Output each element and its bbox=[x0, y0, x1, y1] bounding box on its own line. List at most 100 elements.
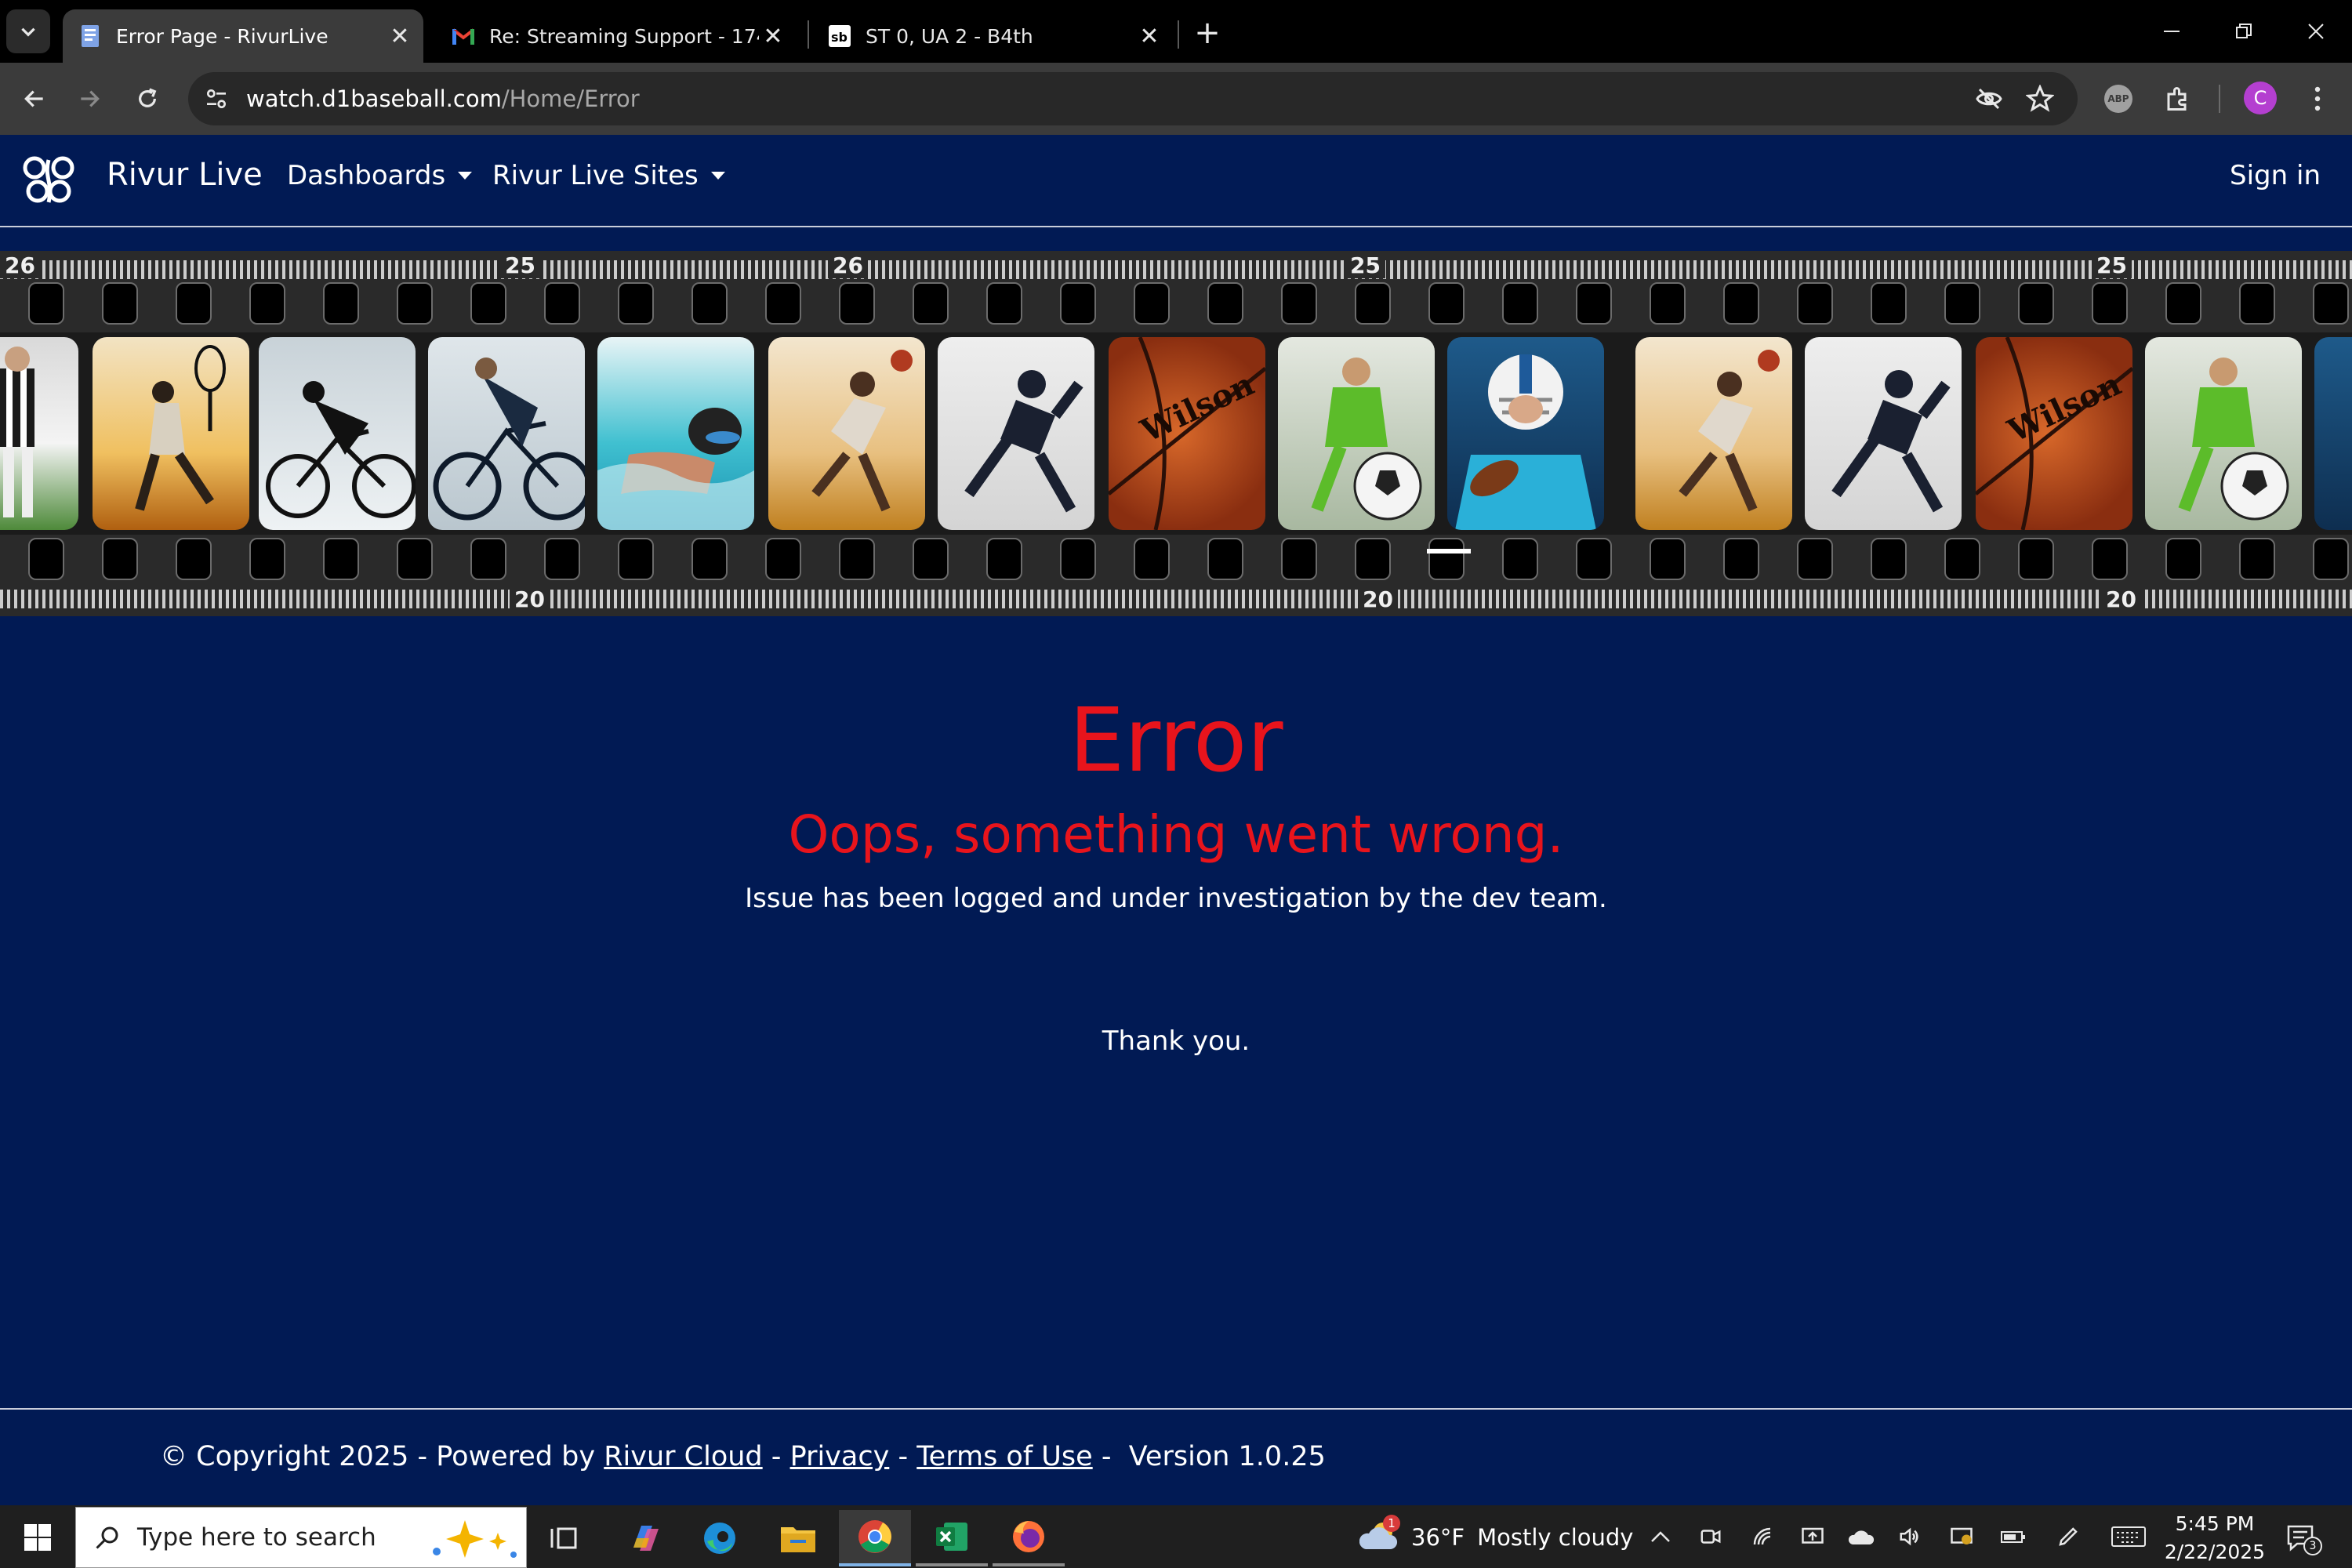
puzzle-icon bbox=[2167, 87, 2187, 111]
film-perforation-hole bbox=[2092, 538, 2128, 580]
footer-separator: - bbox=[771, 1441, 782, 1472]
volume-icon[interactable] bbox=[1893, 1519, 1927, 1554]
battery-icon[interactable] bbox=[1996, 1519, 2031, 1554]
system-clock[interactable]: 5:45 PM 2/22/2025 bbox=[2148, 1510, 2281, 1566]
film-perforation-hole bbox=[1650, 538, 1686, 580]
dashboards-menu[interactable]: Dashboards bbox=[287, 160, 473, 191]
windows-taskbar: Type here to search 1 36°F Mostly cloudy bbox=[0, 1505, 2352, 1568]
tennis-player-photo bbox=[93, 337, 249, 530]
sb-icon: sb bbox=[828, 24, 851, 48]
profile-avatar[interactable]: C bbox=[2244, 82, 2277, 114]
film-perforation-hole bbox=[1944, 282, 1980, 325]
browser-menu-button[interactable] bbox=[2294, 75, 2341, 122]
forward-button[interactable] bbox=[66, 75, 113, 122]
film-perforation-hole bbox=[2018, 282, 2054, 325]
minimize-button[interactable] bbox=[2136, 8, 2208, 55]
bookmark-star-icon[interactable] bbox=[2025, 84, 2055, 116]
task-view-icon bbox=[550, 1527, 577, 1549]
terms-of-use-link[interactable]: Terms of Use bbox=[916, 1441, 1092, 1472]
rivur-cloud-link[interactable]: Rivur Cloud bbox=[604, 1441, 762, 1472]
back-button[interactable] bbox=[11, 75, 58, 122]
weather-desc: Mostly cloudy bbox=[1477, 1524, 1634, 1551]
film-perforation-hole bbox=[691, 282, 728, 325]
chrome-app[interactable] bbox=[839, 1510, 911, 1566]
security-status-icon[interactable] bbox=[1944, 1519, 1979, 1554]
site-info-icon[interactable] bbox=[204, 86, 229, 114]
show-hidden-icons-button[interactable] bbox=[1643, 1519, 1678, 1554]
film-perforation-hole bbox=[1355, 282, 1391, 325]
film-perforation-hole bbox=[1281, 538, 1317, 580]
runner-photo bbox=[768, 337, 925, 530]
start-button[interactable] bbox=[14, 1518, 61, 1557]
swimmer-photo bbox=[597, 337, 754, 530]
pen-icon[interactable] bbox=[2051, 1519, 2085, 1554]
notification-center-button[interactable]: 3 bbox=[2281, 1521, 2322, 1555]
copyright-text: © Copyright 2025 - Powered by bbox=[160, 1441, 596, 1472]
tab-title: Re: Streaming Support - 1740260 bbox=[489, 24, 759, 48]
weather-widget[interactable]: 1 36°F Mostly cloudy bbox=[1359, 1514, 1634, 1557]
perforation-row bbox=[0, 282, 2352, 326]
file-explorer-app[interactable] bbox=[762, 1510, 834, 1566]
tab-gmail[interactable]: Re: Streaming Support - 1740260 ✕ bbox=[436, 9, 797, 63]
reload-button[interactable] bbox=[124, 75, 171, 122]
close-tab-icon[interactable]: ✕ bbox=[759, 22, 787, 50]
adblock-extension-button[interactable]: ABP bbox=[2095, 75, 2142, 122]
search-icon bbox=[93, 1523, 122, 1555]
tab-error-page[interactable]: Error Page - RivurLive ✕ bbox=[63, 9, 423, 63]
film-perforation-hole bbox=[1502, 282, 1538, 325]
runner-photo bbox=[1635, 337, 1792, 530]
task-view-button[interactable] bbox=[528, 1510, 601, 1566]
carousel-indicator[interactable] bbox=[1427, 549, 1471, 554]
url-text: watch.d1baseball.com/Home/Error bbox=[246, 85, 640, 112]
search-placeholder: Type here to search bbox=[137, 1523, 376, 1552]
wifi-icon[interactable] bbox=[1745, 1519, 1780, 1554]
film-perforation-hole bbox=[1723, 282, 1759, 325]
address-bar[interactable]: watch.d1baseball.com/Home/Error bbox=[188, 72, 2078, 125]
edge-app[interactable] bbox=[684, 1510, 756, 1566]
page-doc-icon bbox=[78, 24, 102, 48]
rivur-live-sites-menu[interactable]: Rivur Live Sites bbox=[492, 160, 725, 191]
extensions-button[interactable] bbox=[2154, 75, 2201, 122]
clock-time: 5:45 PM bbox=[2175, 1512, 2255, 1535]
toolbar-divider bbox=[2219, 85, 2220, 113]
tab-separator bbox=[1178, 20, 1179, 49]
film-perforation-hole bbox=[1281, 282, 1317, 325]
chevron-up-icon bbox=[1651, 1531, 1670, 1542]
projection-icon[interactable] bbox=[1795, 1519, 1830, 1554]
sports-filmstrip-banner: 26 25 26 25 25 Wilson Wilson 20 20 20 bbox=[0, 251, 2352, 616]
film-perforation-hole bbox=[618, 282, 654, 325]
film-perforation-hole bbox=[1355, 538, 1391, 580]
rivur-logo[interactable] bbox=[20, 155, 77, 205]
back-arrow-icon bbox=[24, 90, 43, 107]
restore-button[interactable] bbox=[2208, 8, 2280, 55]
taskbar-search-box[interactable]: Type here to search bbox=[75, 1507, 527, 1568]
tab-search-button[interactable] bbox=[6, 9, 50, 53]
film-perforation-hole bbox=[986, 538, 1022, 580]
film-perforation-hole bbox=[2239, 282, 2275, 325]
excel-app[interactable] bbox=[916, 1510, 988, 1566]
close-tab-icon[interactable]: ✕ bbox=[1135, 22, 1163, 50]
close-tab-icon[interactable]: ✕ bbox=[386, 22, 414, 50]
brand-name[interactable]: Rivur Live bbox=[107, 157, 263, 193]
eye-off-icon[interactable] bbox=[1974, 85, 2004, 116]
privacy-link[interactable]: Privacy bbox=[790, 1441, 890, 1472]
firefox-app[interactable] bbox=[993, 1510, 1065, 1566]
close-window-button[interactable] bbox=[2280, 8, 2352, 55]
film-number: 25 bbox=[2092, 252, 2132, 278]
chevron-down-icon bbox=[21, 27, 35, 37]
touch-keyboard-icon[interactable] bbox=[2109, 1519, 2148, 1554]
sign-in-link[interactable]: Sign in bbox=[2230, 160, 2321, 191]
copilot-app[interactable] bbox=[608, 1510, 681, 1566]
sparkle-icon bbox=[426, 1517, 520, 1564]
film-perforation-hole bbox=[1134, 282, 1170, 325]
film-perforation-hole bbox=[176, 538, 212, 580]
meet-now-icon[interactable] bbox=[1693, 1519, 1728, 1554]
film-edge-top: 26 25 26 25 25 bbox=[0, 251, 2352, 332]
onedrive-cloud-icon[interactable] bbox=[1844, 1519, 1878, 1554]
new-tab-button[interactable]: + bbox=[1189, 14, 1226, 52]
film-perforation-hole bbox=[102, 538, 138, 580]
film-perforation-hole bbox=[1576, 538, 1612, 580]
tab-statbroadcast[interactable]: sb ST 0, UA 2 - B4th ✕ bbox=[812, 9, 1173, 63]
film-number: 26 bbox=[0, 252, 40, 278]
forward-arrow-icon bbox=[81, 90, 100, 107]
